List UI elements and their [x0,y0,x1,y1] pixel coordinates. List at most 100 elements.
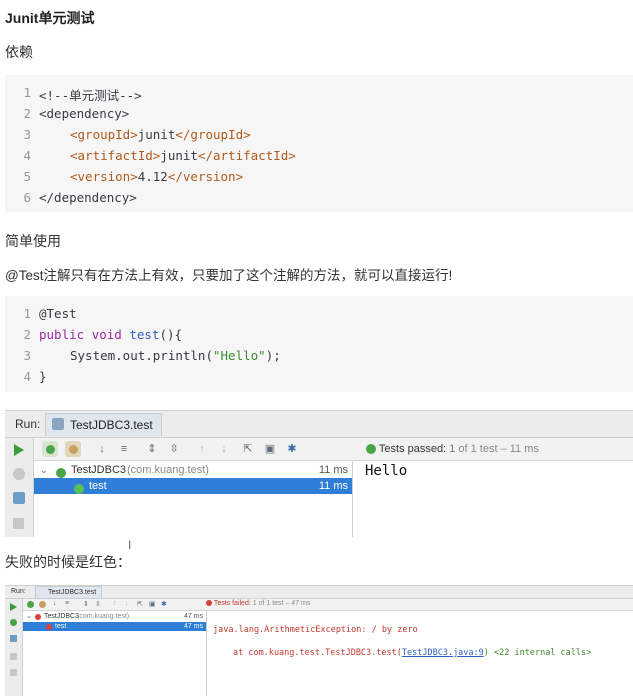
method-duration: 11 ms [318,480,348,492]
page-title: Junit单元测试 [5,10,95,26]
failed-icon [46,624,52,631]
test-code-block: 1 2 3 4 @Test public void test(){ System… [5,296,633,392]
class-package: (com.kuang.test) [127,464,209,476]
stop-icon[interactable] [13,518,24,529]
code-tag: </groupId> [175,127,251,142]
next-test-icon[interactable]: ↓ [216,441,232,457]
line-number: 5 [23,169,31,184]
stop-icon[interactable] [10,653,17,660]
settings-icon[interactable]: ✱ [284,441,300,457]
run-tab[interactable]: TestJDBC3.test [35,586,103,599]
test-status: Tests failed: 1 of 1 test – 47 ms [206,600,310,607]
code-keyword: void [91,327,122,342]
toggle-auto-test-icon[interactable] [13,492,25,504]
code-comment: <!--单元测试--> [39,88,142,103]
code-tag: </artifactId> [197,148,296,163]
code-dependency-close: </dependency> [39,190,137,205]
test-status: Tests passed: 1 of 1 test – 11 ms [366,441,539,457]
sort-alphabetically-icon[interactable]: ↓ [94,441,110,457]
rerun-icon[interactable] [14,444,24,456]
show-ignored-icon[interactable] [65,441,81,457]
code-method-name: test [129,327,160,342]
status-prefix: Tests failed: [213,600,251,607]
code-close-brace: } [39,369,47,384]
code-tag: </version> [167,169,244,184]
code-keyword: public [39,327,85,342]
tree-row-method[interactable]: test 47 ms [23,622,206,631]
run-side-toolbar [5,599,23,696]
export-icon[interactable]: ⇱ [240,441,256,457]
code-tag: <groupId> [70,127,138,142]
rerun-failed-icon[interactable] [10,619,17,626]
chevron-down-icon[interactable]: ⌄ [40,462,48,478]
collapse-all-icon[interactable]: ⇳ [166,441,182,457]
run-tab-bar: Run: TestJDBC3.test [5,586,633,599]
tree-row-method[interactable]: test 11 ms [34,478,352,495]
code-call-end: ); [265,348,281,363]
show-ignored-icon[interactable] [39,601,46,608]
class-duration: 47 ms [183,613,203,620]
code-tag: <version> [70,169,138,184]
test-tree: ⌄ TestJDBC3 (com.kuang.test) 11 ms test … [34,461,353,537]
line-number: 2 [23,106,31,121]
run-tab-label: TestJDBC3.test [70,418,153,432]
console-output: Hello [353,461,633,537]
source-link[interactable]: TestJDBC3.java:9 [402,648,484,658]
code-value: junit [137,127,176,142]
rerun-failed-icon[interactable] [13,468,25,480]
code-signature: (){ [159,327,183,342]
sort-by-duration-icon[interactable]: ≡ [116,441,132,457]
previous-test-icon[interactable]: ↑ [113,600,117,607]
code-value: 4.12 [137,169,168,184]
import-icon[interactable]: ▣ [262,441,278,457]
failed-icon [35,614,41,621]
run-label: Run: [15,417,41,431]
toggle-auto-test-icon[interactable] [10,635,17,642]
expand-all-icon[interactable]: ⇕ [144,441,160,457]
line-number: 6 [23,190,31,205]
class-name: TestJDBC3 [71,464,127,476]
sort-by-duration-icon[interactable]: ≡ [65,600,69,607]
line-number: 3 [23,348,31,363]
ide-run-panel-passed: Run: TestJDBC3.test ↓ ≡ ⇕ ⇳ ↑ ↓ ⇱ ▣ ✱ Te… [5,410,633,537]
import-icon[interactable]: ▣ [149,600,156,608]
show-passed-icon[interactable] [27,601,34,608]
settings-icon[interactable]: ✱ [161,600,167,608]
failed-icon [206,600,212,607]
line-number: 4 [23,148,31,163]
line-number: 2 [23,327,31,342]
test-config-icon [52,418,64,430]
ide-run-panel-failed: Run: TestJDBC3.test ↓ ≡ ⇕ ⇳ ↑ ↓ ⇱ ▣ ✱ Te… [5,585,633,696]
status-detail: of 1 test – 11 ms [458,443,539,455]
line-number: 4 [23,369,31,384]
previous-test-icon[interactable]: ↑ [194,441,210,457]
status-prefix: Tests passed: [378,443,447,455]
show-passed-icon[interactable] [42,441,58,457]
sort-alphabetically-icon[interactable]: ↓ [53,600,57,607]
code-call: System.out.println( [70,348,213,363]
console-output: java.lang.ArithmeticException: / by zero… [207,611,633,696]
run-tab-label: TestJDBC3.test [48,589,97,596]
pin-icon[interactable] [10,669,17,676]
passed-icon [366,444,376,455]
rerun-icon[interactable] [10,603,17,611]
code-value: junit [160,148,198,163]
chevron-down-icon[interactable]: ⌄ [26,612,32,621]
class-duration: 11 ms [318,464,348,476]
run-tab-bar: Run: TestJDBC3.test [5,411,633,438]
line-number: 3 [23,127,31,142]
run-label: Run: [11,588,26,595]
code-dependency-open: <dependency> [39,106,130,121]
expand-all-icon[interactable]: ⇕ [83,600,89,608]
method-duration: 47 ms [183,623,203,630]
next-test-icon[interactable]: ↓ [125,600,129,607]
run-tab[interactable]: TestJDBC3.test [45,413,162,436]
trace-prefix: at com.kuang.test.TestJDBC3.test( [233,648,402,658]
tree-row-class[interactable]: ⌄ TestJDBC3 (com.kuang.test) 47 ms [23,612,206,621]
console-text: Hello [365,463,408,479]
tree-row-class[interactable]: ⌄ TestJDBC3 (com.kuang.test) 11 ms [34,462,352,479]
export-icon[interactable]: ⇱ [137,600,143,608]
code-tag: <artifactId> [70,148,161,163]
collapse-all-icon[interactable]: ⇳ [95,600,101,608]
passed-icon [74,484,84,495]
